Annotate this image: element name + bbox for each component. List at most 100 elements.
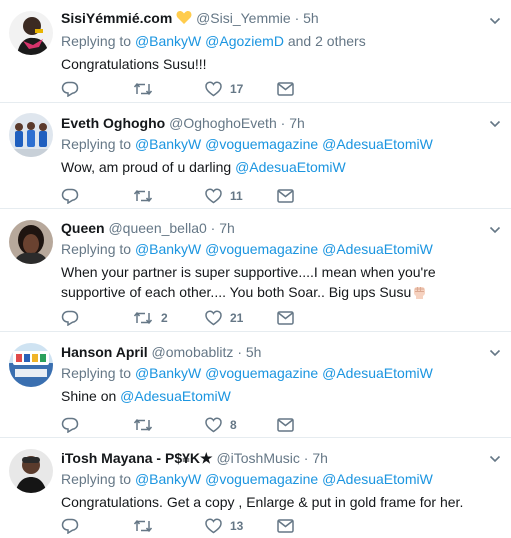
replying-to: Replying to @BankyW @voguemagazine @Ades… — [61, 470, 489, 488]
author-handle[interactable]: @queen_bella0 — [108, 220, 206, 236]
like-button[interactable]: 8 — [205, 417, 277, 433]
tweet[interactable]: SisiYémmié.com @Sisi_Yemmie · 5h Replyin… — [0, 0, 511, 103]
retweet-button[interactable] — [133, 518, 205, 534]
replying-to-label: Replying to — [61, 136, 132, 152]
replying-to-label: Replying to — [61, 471, 132, 487]
caret-down-icon[interactable] — [489, 453, 501, 465]
tweet-text-mention[interactable]: @AdesuaEtomiW — [120, 388, 231, 404]
like-button[interactable]: 13 — [205, 518, 277, 534]
author-name[interactable]: Hanson April — [61, 344, 148, 360]
dm-button[interactable] — [277, 311, 349, 325]
author-name[interactable]: iTosh Mayana - P$¥K★ — [61, 450, 213, 466]
like-button[interactable]: 17 — [205, 81, 277, 97]
tweet[interactable]: Hanson April @omobablitz · 5h Replying t… — [0, 332, 511, 438]
timestamp[interactable]: 5h — [246, 344, 262, 360]
reply-icon — [61, 81, 79, 97]
reply-icon — [61, 518, 79, 534]
retweet-button[interactable] — [133, 417, 205, 433]
like-icon — [205, 81, 222, 97]
dm-button[interactable] — [277, 82, 349, 96]
dm-icon — [277, 418, 294, 432]
reply-button[interactable] — [61, 310, 133, 326]
reply-mentions[interactable]: @BankyW @AgoziemD — [135, 33, 284, 49]
tweet[interactable]: Queen @queen_bella0 · 7h Replying to @Ba… — [0, 209, 511, 332]
raised-fist-emoji-icon — [411, 283, 428, 305]
caret-down-icon[interactable] — [489, 15, 501, 27]
author-name[interactable]: SisiYémmié.com — [61, 10, 172, 26]
tweet-text: Congratulations Susu!!! — [61, 56, 207, 72]
dm-icon — [277, 519, 294, 533]
separator-dot: · — [280, 115, 286, 131]
author-handle[interactable]: @omobablitz — [152, 344, 234, 360]
avatar[interactable] — [9, 449, 53, 493]
replying-to-label: Replying to — [61, 241, 132, 257]
tweet-text: Shine on @AdesuaEtomiW — [61, 386, 489, 406]
reply-button[interactable] — [61, 188, 133, 204]
timestamp[interactable]: 7h — [312, 450, 328, 466]
reply-mentions[interactable]: @BankyW @voguemagazine @AdesuaEtomiW — [135, 365, 433, 381]
reply-others[interactable]: and 2 others — [288, 33, 366, 49]
like-count: 8 — [230, 418, 237, 432]
avatar[interactable] — [9, 113, 53, 157]
timestamp[interactable]: 7h — [219, 220, 235, 236]
caret-down-icon[interactable] — [489, 224, 501, 236]
separator-dot: · — [294, 10, 300, 26]
separator-dot: · — [210, 220, 216, 236]
retweet-button[interactable]: 2 — [133, 310, 205, 326]
like-icon — [205, 310, 222, 326]
tweet-text: Congratulations. Get a copy , Enlarge & … — [61, 494, 464, 510]
like-count: 21 — [230, 311, 244, 325]
avatar[interactable] — [9, 220, 53, 264]
retweet-icon — [133, 519, 153, 533]
author-handle[interactable]: @iToshMusic — [216, 450, 299, 466]
reply-icon — [61, 310, 79, 326]
like-count: 17 — [230, 82, 244, 96]
like-button[interactable]: 21 — [205, 310, 277, 326]
retweet-icon — [133, 82, 153, 96]
author-handle[interactable]: @OghoghoEveth — [169, 115, 277, 131]
reply-mentions[interactable]: @BankyW @voguemagazine @AdesuaEtomiW — [135, 241, 433, 257]
dm-button[interactable] — [277, 418, 349, 432]
retweet-icon — [133, 311, 153, 325]
dm-icon — [277, 311, 294, 325]
tweet[interactable]: iTosh Mayana - P$¥K★ @iToshMusic · 7h Re… — [0, 438, 511, 538]
replying-to: Replying to @BankyW @voguemagazine @Ades… — [61, 135, 489, 153]
tweet-text: When your partner is super supportive...… — [61, 262, 489, 305]
caret-down-icon[interactable] — [489, 118, 501, 130]
reply-button[interactable] — [61, 417, 133, 433]
reply-mentions[interactable]: @BankyW @voguemagazine @AdesuaEtomiW — [135, 471, 433, 487]
reply-feed: SisiYémmié.com @Sisi_Yemmie · 5h Replyin… — [0, 0, 511, 538]
tweet-text: Wow, am proud of u darling @AdesuaEtomiW — [61, 157, 489, 177]
timestamp[interactable]: 5h — [303, 10, 319, 26]
like-button[interactable]: 11 — [205, 188, 277, 204]
replying-to: Replying to @BankyW @voguemagazine @Ades… — [61, 364, 489, 382]
author-name[interactable]: Queen — [61, 220, 105, 236]
author-handle[interactable]: @Sisi_Yemmie — [196, 10, 291, 26]
dm-icon — [277, 82, 294, 96]
reply-icon — [61, 188, 79, 204]
tweet-text-body: Wow, am proud of u darling — [61, 159, 236, 175]
retweet-count: 2 — [161, 311, 168, 325]
like-icon — [205, 518, 222, 534]
avatar[interactable] — [9, 343, 53, 387]
tweet[interactable]: Eveth Oghogho @OghoghoEveth · 7h Replyin… — [0, 103, 511, 209]
dm-button[interactable] — [277, 519, 349, 533]
reply-icon — [61, 417, 79, 433]
avatar[interactable] — [9, 11, 53, 55]
caret-down-icon[interactable] — [489, 347, 501, 359]
tweet-text-mention[interactable]: @AdesuaEtomiW — [235, 159, 346, 175]
retweet-button[interactable] — [133, 188, 205, 204]
timestamp[interactable]: 7h — [289, 115, 305, 131]
dm-button[interactable] — [277, 189, 349, 203]
reply-button[interactable] — [61, 518, 133, 534]
tweet-text-body: Shine on — [61, 388, 121, 404]
retweet-button[interactable] — [133, 81, 205, 97]
replying-to: Replying to @BankyW @voguemagazine @Ades… — [61, 240, 489, 258]
retweet-icon — [133, 189, 153, 203]
like-count: 13 — [230, 519, 244, 533]
reply-button[interactable] — [61, 81, 133, 97]
replying-to-label: Replying to — [61, 365, 132, 381]
reply-mentions[interactable]: @BankyW @voguemagazine @AdesuaEtomiW — [135, 136, 433, 152]
yellow-heart-emoji-icon — [176, 10, 192, 29]
author-name[interactable]: Eveth Oghogho — [61, 115, 165, 131]
